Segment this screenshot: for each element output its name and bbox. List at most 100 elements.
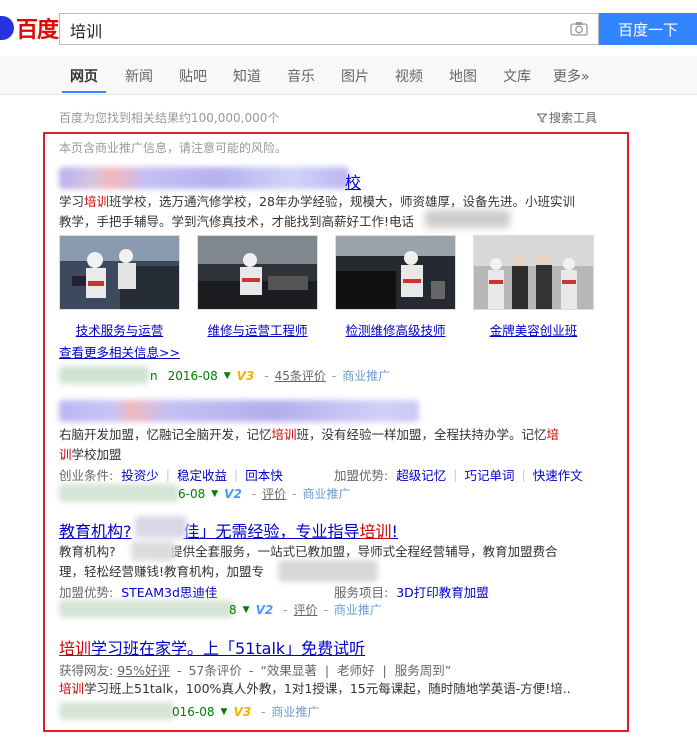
conditions-label: 创业条件:	[59, 468, 114, 483]
project-link[interactable]: 3D打印教育加盟	[396, 582, 489, 601]
result-date: 016-08	[172, 704, 215, 719]
text: 学习	[59, 194, 85, 209]
ad-notice: 本页含商业推广信息，请注意可能的风险。	[59, 141, 288, 155]
redacted-url-3	[59, 600, 234, 618]
keyword-highlight: 训	[59, 447, 72, 462]
text: 学习班上51talk，100%真人外教，1对1授课，15元每课起，随时随地学英语…	[84, 681, 571, 696]
image-technician-1	[60, 236, 179, 309]
result3-projects: 服务项目: 3D打印教育加盟	[334, 582, 489, 601]
tab-music[interactable]: 音乐	[287, 66, 315, 86]
dropdown-arrow-icon[interactable]: ▼	[243, 605, 250, 615]
reviews-link[interactable]: 评价	[294, 601, 318, 618]
text: 导师式全程经营辅导，教育加盟费合	[357, 544, 558, 559]
image-team	[474, 236, 593, 309]
promo-label[interactable]: 商业推广	[342, 367, 390, 384]
condition-link[interactable]: 投资少	[121, 465, 159, 484]
search-button[interactable]: 百度一下	[599, 13, 697, 45]
redacted-url-1	[59, 366, 149, 384]
text: 学校加盟	[71, 447, 122, 462]
result1-title-link[interactable]: 校	[345, 169, 361, 193]
promo-label[interactable]: 商业推广	[303, 485, 351, 502]
logo-text: 百度	[16, 18, 59, 43]
tab-news[interactable]: 新闻	[125, 66, 153, 86]
reviews-link[interactable]: 45条评价	[275, 367, 326, 384]
tag: “效果显著	[260, 663, 317, 678]
result3-meta: 8 ▼ V2 - 评价 - 商业推广	[229, 601, 382, 618]
redacted-desc-3b	[278, 560, 378, 582]
title-text[interactable]: 教育机构?	[59, 522, 132, 541]
text: 班学校，选万通汽修学校，28年办学经验，规模大，师资雄厚，设备先进。小班实训	[109, 194, 575, 209]
result-date: 8	[229, 602, 237, 617]
camera-icon[interactable]	[570, 21, 588, 36]
condition-link[interactable]: 稳定收益	[177, 465, 227, 484]
title-text[interactable]: 学习班在家学。上「51talk」免费试听	[91, 639, 365, 658]
v3-badge-icon[interactable]: V3	[233, 705, 251, 719]
advantage-link[interactable]: 快速作文	[533, 465, 583, 484]
result4-title[interactable]: 培训学习班在家学。上「51talk」免费试听	[59, 635, 365, 659]
result4-meta: 016-08 ▼ V3 - 商业推广	[172, 703, 320, 720]
image-caption-2[interactable]: 维修与运营工程师	[197, 320, 318, 339]
v2-badge-icon[interactable]: V2	[224, 487, 242, 501]
search-input[interactable]	[68, 14, 552, 46]
keyword-highlight: 培	[546, 427, 560, 442]
image-card-1[interactable]	[59, 235, 180, 310]
redacted-phone	[425, 210, 510, 228]
title-text[interactable]: !	[392, 522, 398, 541]
tab-wenku[interactable]: 文库	[503, 66, 531, 86]
result3-title[interactable]: 教育机构? 佳」无需经验，专业指导培训!	[59, 518, 398, 542]
tab-images[interactable]: 图片	[341, 66, 369, 86]
text: 教育机构?	[59, 544, 116, 559]
condition-link[interactable]: 回本快	[245, 465, 283, 484]
promo-label[interactable]: 商业推广	[334, 601, 382, 618]
v2-badge-icon[interactable]: V2	[256, 603, 274, 617]
keyword-highlight: 培训	[271, 427, 297, 442]
text: 理，轻松经营赚钱!教育机构，加盟专	[59, 564, 265, 579]
more-info-link[interactable]: 查看更多相关信息>>	[59, 342, 180, 361]
advantage-link[interactable]: 巧记单词	[464, 465, 514, 484]
rating-link[interactable]: 95%好评	[117, 663, 170, 678]
separator: |	[324, 663, 330, 678]
dropdown-arrow-icon[interactable]: ▼	[221, 707, 228, 717]
search-box	[59, 13, 599, 46]
promo-label[interactable]: 商业推广	[271, 703, 319, 720]
tag: 老师好	[337, 663, 375, 678]
reviews-link[interactable]: 评价	[262, 485, 286, 502]
advantage-link[interactable]: 超级记忆	[396, 465, 446, 484]
result4-stats: 获得网友: 95%好评 - 57条评价 - “效果显著 | 老师好 | 服务周到…	[59, 660, 451, 679]
review-count: 57条评价	[188, 663, 242, 678]
result2-meta: 6-08 ▼ V2 - 评价 - 商业推广	[178, 485, 351, 502]
search-tools[interactable]: 搜索工具	[536, 109, 597, 126]
dropdown-arrow-icon[interactable]: ▼	[224, 371, 231, 381]
image-card-3[interactable]	[335, 235, 456, 310]
active-tab-indicator	[62, 91, 106, 93]
tab-zhidao[interactable]: 知道	[233, 66, 261, 86]
advantage-link[interactable]: STEAM3d思迪佳	[121, 582, 217, 601]
nav-tabs: 网页 新闻 贴吧 知道 音乐 图片 视频 地图 文库 更多»	[0, 56, 697, 95]
tab-video[interactable]: 视频	[395, 66, 423, 86]
baidu-logo[interactable]: 百度	[0, 12, 59, 44]
result2-advantages: 加盟优势: 超级记忆 | 巧记单词 | 快速作文	[334, 465, 583, 484]
image-technician-2	[198, 236, 317, 309]
keyword-highlight[interactable]: 培训	[59, 639, 91, 658]
tab-tieba[interactable]: 贴吧	[179, 66, 207, 86]
tag: 服务周到”	[394, 663, 452, 678]
result-date: 6-08	[178, 486, 206, 501]
image-card-2[interactable]	[197, 235, 318, 310]
keyword-highlight[interactable]: 培训	[360, 522, 392, 541]
image-caption-3[interactable]: 检测维修高级技师	[335, 320, 456, 339]
dropdown-arrow-icon[interactable]: ▼	[211, 489, 218, 499]
image-caption-1[interactable]: 技术服务与运营	[59, 320, 180, 339]
v3-badge-icon[interactable]: V3	[237, 369, 255, 383]
image-card-4[interactable]	[473, 235, 594, 310]
image-technician-3	[336, 236, 455, 309]
url-tail: n	[150, 368, 158, 383]
tab-web[interactable]: 网页	[70, 66, 98, 86]
result1-desc: 学习培训班学校，选万通汽修学校，28年办学经验，规模大，师资雄厚，设备先进。小班…	[59, 192, 619, 232]
separator: |	[382, 663, 387, 678]
projects-label: 服务项目:	[334, 585, 389, 600]
tab-more[interactable]: 更多»	[553, 66, 590, 86]
redacted-title-1	[59, 167, 349, 189]
image-caption-4[interactable]: 金牌美容创业班	[473, 320, 594, 339]
title-text[interactable]: 佳」无需经验，专业指导	[184, 522, 360, 541]
tab-map[interactable]: 地图	[449, 66, 477, 86]
